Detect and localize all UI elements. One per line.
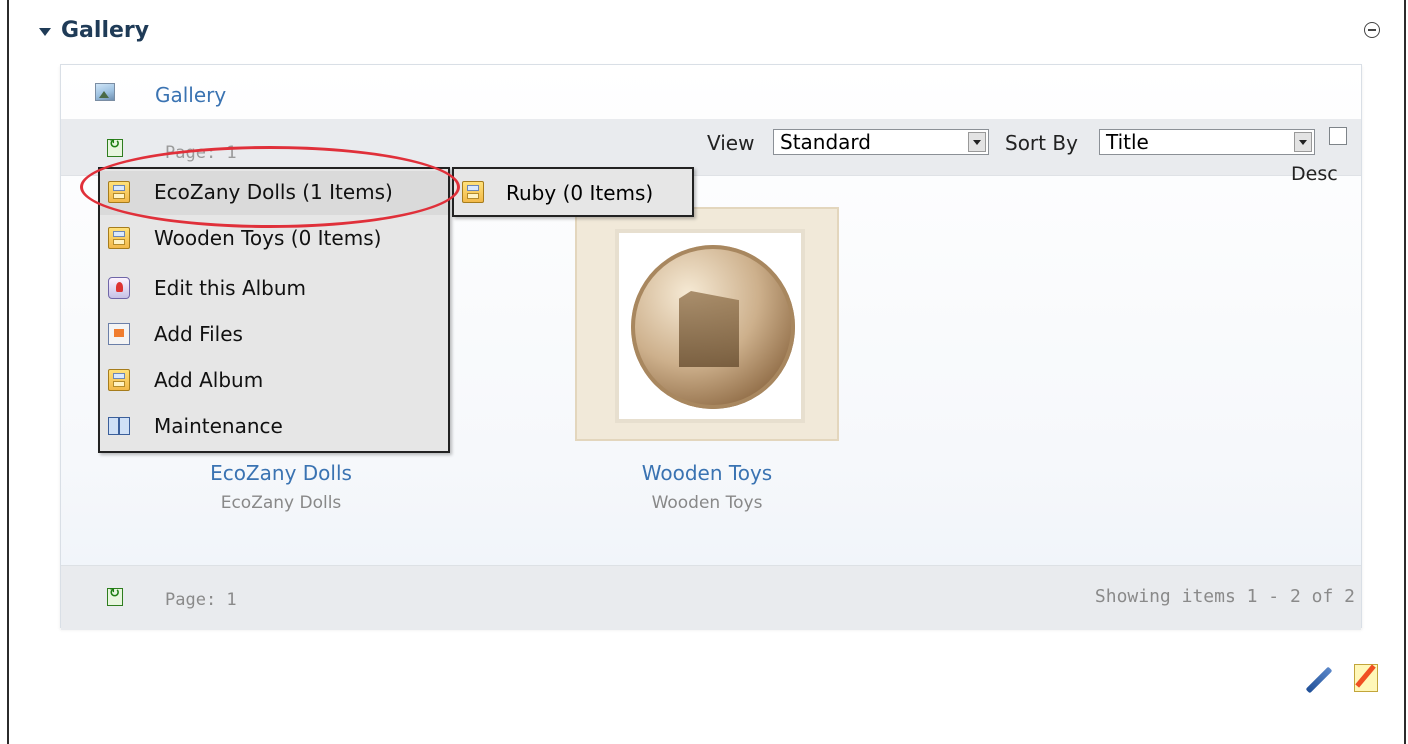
expand-triangle-icon[interactable] — [39, 27, 51, 36]
album-context-menu: EcoZany Dolls (1 Items) Wooden Toys (0 I… — [98, 167, 450, 453]
module-title[interactable]: Gallery — [39, 18, 149, 43]
sort-select-value: Title — [1106, 130, 1149, 154]
view-label: View — [707, 131, 755, 155]
breadcrumb-gallery-link[interactable]: Gallery — [155, 83, 226, 107]
collapse-minus-icon[interactable] — [1364, 22, 1380, 38]
album-icon — [462, 181, 484, 203]
menu-item-edit-album[interactable]: Edit this Album — [100, 267, 448, 311]
menu-item-label: Add Files — [154, 322, 243, 346]
gallery-image-icon — [95, 83, 115, 101]
edit-album-icon — [108, 277, 130, 299]
add-files-icon — [108, 323, 130, 345]
page-indicator-top: Page: 1 — [165, 143, 237, 163]
desc-checkbox[interactable] — [1329, 127, 1347, 145]
menu-item-maintenance[interactable]: Maintenance — [100, 405, 448, 449]
menu-item-wooden-toys[interactable]: Wooden Toys (0 Items) — [100, 217, 448, 261]
pencil-icon[interactable] — [1302, 666, 1332, 696]
submenu-item-label: Ruby (0 Items) — [506, 181, 654, 205]
album-item-ecozany: EcoZany Dolls EcoZany Dolls — [161, 461, 401, 513]
page-indicator-bottom: Page: 1 — [165, 590, 237, 610]
view-select-value: Standard — [780, 130, 871, 154]
menu-item-label: Edit this Album — [154, 276, 307, 300]
desc-label: Desc — [1291, 163, 1338, 185]
menu-item-label: EcoZany Dolls (1 Items) — [154, 180, 393, 204]
refresh-icon[interactable] — [107, 137, 123, 157]
book-icon — [108, 417, 130, 435]
wooden-toys-image — [631, 245, 795, 409]
breadcrumb: Gallery — [61, 65, 1361, 120]
album-title-link[interactable]: EcoZany Dolls — [161, 461, 401, 485]
menu-item-add-files[interactable]: Add Files — [100, 313, 448, 357]
gallery-footer: Page: 1 Showing items 1 - 2 of 2 — [61, 565, 1361, 630]
edit-note-icon[interactable] — [1354, 664, 1378, 692]
menu-item-ecozany-dolls[interactable]: EcoZany Dolls (1 Items) — [100, 171, 448, 215]
menu-item-label: Maintenance — [154, 414, 283, 438]
chevron-down-icon[interactable] — [1294, 132, 1312, 152]
album-icon — [108, 181, 130, 203]
view-select[interactable]: Standard — [773, 129, 989, 155]
module-title-text: Gallery — [61, 18, 150, 43]
album-title-link[interactable]: Wooden Toys — [587, 461, 827, 485]
album-thumbnail-wooden-toys[interactable] — [575, 207, 839, 441]
album-subtitle: EcoZany Dolls — [220, 493, 342, 513]
album-subtitle: Wooden Toys — [651, 493, 763, 513]
thumbnail-frame — [615, 229, 805, 423]
album-item-wooden-toys: Wooden Toys Wooden Toys — [587, 461, 827, 513]
refresh-icon[interactable] — [107, 586, 123, 606]
sort-select[interactable]: Title — [1099, 129, 1315, 155]
showing-items-text: Showing items 1 - 2 of 2 — [1094, 586, 1355, 607]
menu-item-label: Add Album — [154, 368, 264, 392]
chevron-down-icon[interactable] — [968, 132, 986, 152]
album-icon — [108, 369, 130, 391]
album-submenu: Ruby (0 Items) — [452, 167, 694, 217]
menu-item-add-album[interactable]: Add Album — [100, 359, 448, 403]
sort-label: Sort By — [1005, 131, 1078, 155]
album-icon — [108, 227, 130, 249]
menu-item-label: Wooden Toys (0 Items) — [154, 226, 382, 250]
